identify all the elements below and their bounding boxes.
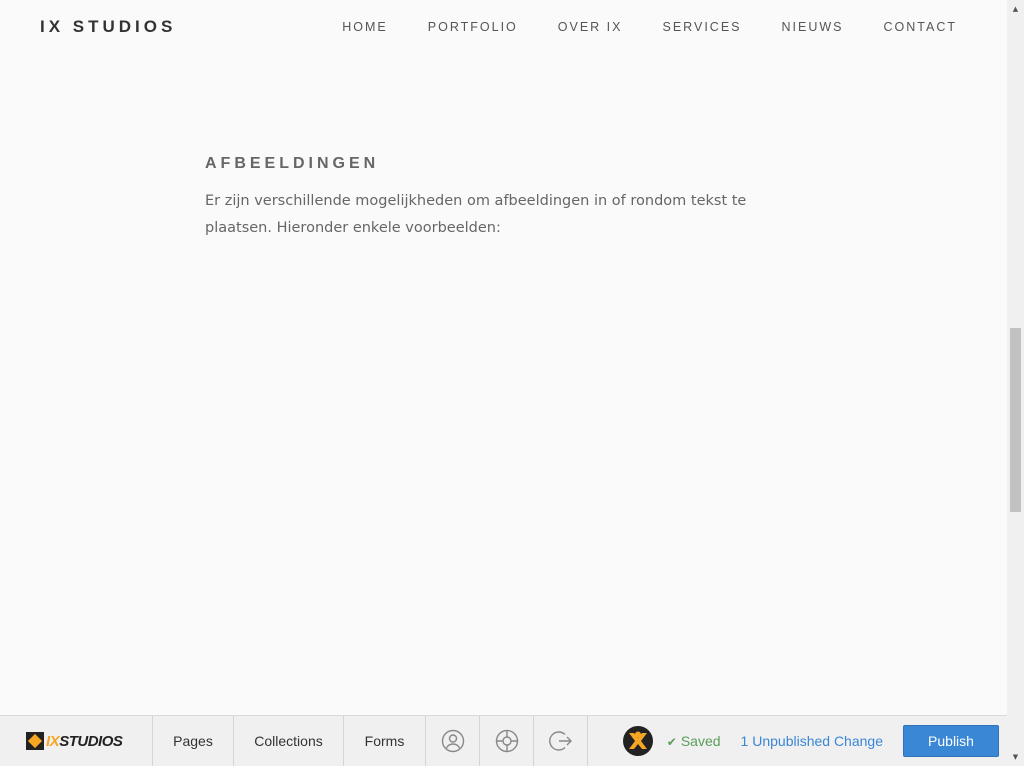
editor-logo[interactable]: IXSTUDIOS bbox=[0, 716, 153, 766]
user-avatar[interactable] bbox=[622, 726, 653, 756]
nav-contact[interactable]: CONTACT bbox=[884, 20, 958, 34]
logo-prefix: IX bbox=[46, 732, 60, 750]
nav-portfolio[interactable]: PORTFOLIO bbox=[428, 20, 518, 34]
section-heading: AFBEELDINGEN bbox=[205, 155, 380, 172]
saved-status: ✔ Saved bbox=[666, 733, 721, 749]
scroll-up-icon[interactable]: ▲ bbox=[1010, 2, 1021, 16]
help-lifebuoy-icon[interactable] bbox=[480, 716, 534, 766]
nav-services[interactable]: SERVICES bbox=[663, 20, 742, 34]
section-body: Er zijn verschillende mogelijkheden om a… bbox=[205, 193, 747, 236]
main-content: AFBEELDINGEN Er zijn verschillende mogel… bbox=[205, 155, 765, 242]
editor-toolbar: IXSTUDIOS Pages Collections Forms ✔ Save… bbox=[0, 715, 1007, 766]
nav-home[interactable]: HOME bbox=[342, 20, 388, 34]
nav-over-ix[interactable]: OVER IX bbox=[558, 20, 623, 34]
main-nav: HOME PORTFOLIO OVER IX SERVICES NIEUWS C… bbox=[302, 20, 957, 34]
unpublished-changes-link[interactable]: 1 Unpublished Change bbox=[741, 733, 883, 749]
page-scrollbar[interactable]: ▲ ▼ bbox=[1007, 0, 1024, 766]
scroll-down-icon[interactable]: ▼ bbox=[1010, 750, 1021, 764]
site-header: IX STUDIOS HOME PORTFOLIO OVER IX SERVIC… bbox=[0, 0, 1007, 56]
nav-nieuws[interactable]: NIEUWS bbox=[782, 20, 844, 34]
check-icon: ✔ bbox=[666, 735, 677, 749]
account-icon[interactable] bbox=[426, 716, 480, 766]
logout-icon[interactable] bbox=[534, 716, 588, 766]
tab-forms[interactable]: Forms bbox=[344, 716, 426, 766]
site-logo[interactable]: IX STUDIOS bbox=[40, 17, 176, 37]
tab-collections[interactable]: Collections bbox=[234, 716, 344, 766]
scrollbar-thumb[interactable] bbox=[1010, 328, 1021, 512]
publish-button[interactable]: Publish bbox=[903, 725, 999, 757]
logo-suffix: STUDIOS bbox=[59, 732, 123, 750]
ix-logo-icon bbox=[26, 732, 44, 750]
tab-pages[interactable]: Pages bbox=[153, 716, 234, 766]
editor-status-area: ✔ Saved 1 Unpublished Change Publish bbox=[588, 716, 1007, 766]
